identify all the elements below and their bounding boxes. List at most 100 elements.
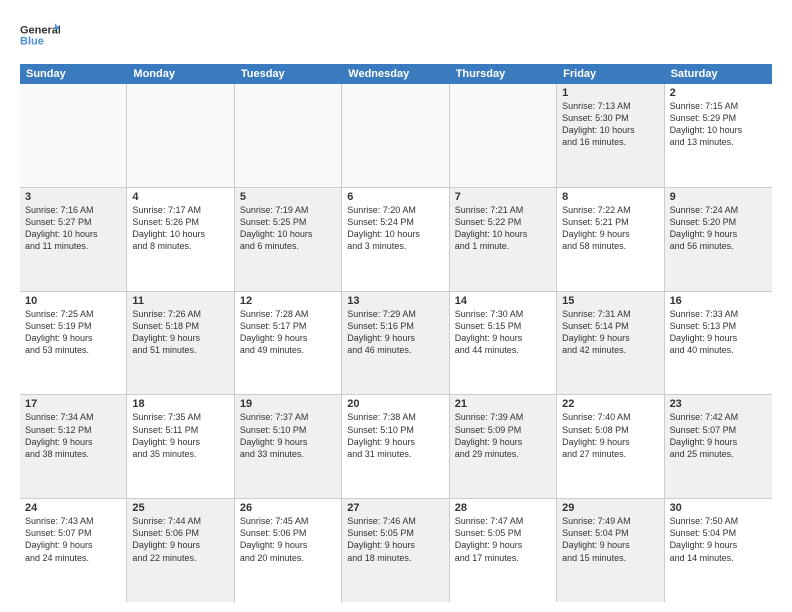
weekday-header: Tuesday	[235, 64, 342, 84]
calendar-cell: 14Sunrise: 7:30 AM Sunset: 5:15 PM Dayli…	[450, 292, 557, 395]
svg-text:General: General	[20, 24, 60, 36]
day-number: 8	[562, 191, 658, 203]
day-number: 24	[25, 502, 121, 514]
day-info: Sunrise: 7:19 AM Sunset: 5:25 PM Dayligh…	[240, 204, 336, 253]
calendar-cell	[342, 84, 449, 187]
day-info: Sunrise: 7:25 AM Sunset: 5:19 PM Dayligh…	[25, 308, 121, 357]
day-number: 26	[240, 502, 336, 514]
calendar-cell: 30Sunrise: 7:50 AM Sunset: 5:04 PM Dayli…	[665, 499, 772, 602]
day-info: Sunrise: 7:15 AM Sunset: 5:29 PM Dayligh…	[670, 100, 767, 149]
logo: General Blue	[20, 16, 60, 56]
day-info: Sunrise: 7:24 AM Sunset: 5:20 PM Dayligh…	[670, 204, 767, 253]
logo-icon: General Blue	[20, 16, 60, 56]
day-info: Sunrise: 7:13 AM Sunset: 5:30 PM Dayligh…	[562, 100, 658, 149]
day-info: Sunrise: 7:50 AM Sunset: 5:04 PM Dayligh…	[670, 515, 767, 564]
header: General Blue	[20, 16, 772, 56]
calendar-cell: 19Sunrise: 7:37 AM Sunset: 5:10 PM Dayli…	[235, 395, 342, 498]
calendar-cell: 24Sunrise: 7:43 AM Sunset: 5:07 PM Dayli…	[20, 499, 127, 602]
calendar-cell: 21Sunrise: 7:39 AM Sunset: 5:09 PM Dayli…	[450, 395, 557, 498]
calendar-cell: 29Sunrise: 7:49 AM Sunset: 5:04 PM Dayli…	[557, 499, 664, 602]
day-info: Sunrise: 7:17 AM Sunset: 5:26 PM Dayligh…	[132, 204, 228, 253]
svg-text:Blue: Blue	[20, 35, 44, 47]
calendar-cell: 18Sunrise: 7:35 AM Sunset: 5:11 PM Dayli…	[127, 395, 234, 498]
calendar-cell: 16Sunrise: 7:33 AM Sunset: 5:13 PM Dayli…	[665, 292, 772, 395]
day-number: 1	[562, 87, 658, 99]
day-number: 7	[455, 191, 551, 203]
calendar-cell: 15Sunrise: 7:31 AM Sunset: 5:14 PM Dayli…	[557, 292, 664, 395]
calendar-cell: 26Sunrise: 7:45 AM Sunset: 5:06 PM Dayli…	[235, 499, 342, 602]
day-number: 20	[347, 398, 443, 410]
calendar-cell: 11Sunrise: 7:26 AM Sunset: 5:18 PM Dayli…	[127, 292, 234, 395]
calendar-row: 1Sunrise: 7:13 AM Sunset: 5:30 PM Daylig…	[20, 84, 772, 188]
weekday-header: Thursday	[450, 64, 557, 84]
calendar-cell: 3Sunrise: 7:16 AM Sunset: 5:27 PM Daylig…	[20, 188, 127, 291]
calendar-cell: 2Sunrise: 7:15 AM Sunset: 5:29 PM Daylig…	[665, 84, 772, 187]
day-info: Sunrise: 7:16 AM Sunset: 5:27 PM Dayligh…	[25, 204, 121, 253]
day-number: 5	[240, 191, 336, 203]
day-number: 28	[455, 502, 551, 514]
calendar-cell: 27Sunrise: 7:46 AM Sunset: 5:05 PM Dayli…	[342, 499, 449, 602]
day-info: Sunrise: 7:22 AM Sunset: 5:21 PM Dayligh…	[562, 204, 658, 253]
day-number: 19	[240, 398, 336, 410]
calendar-cell: 20Sunrise: 7:38 AM Sunset: 5:10 PM Dayli…	[342, 395, 449, 498]
day-number: 14	[455, 295, 551, 307]
calendar-row: 17Sunrise: 7:34 AM Sunset: 5:12 PM Dayli…	[20, 395, 772, 499]
calendar-cell: 7Sunrise: 7:21 AM Sunset: 5:22 PM Daylig…	[450, 188, 557, 291]
day-info: Sunrise: 7:39 AM Sunset: 5:09 PM Dayligh…	[455, 411, 551, 460]
day-info: Sunrise: 7:21 AM Sunset: 5:22 PM Dayligh…	[455, 204, 551, 253]
day-info: Sunrise: 7:34 AM Sunset: 5:12 PM Dayligh…	[25, 411, 121, 460]
calendar-cell: 8Sunrise: 7:22 AM Sunset: 5:21 PM Daylig…	[557, 188, 664, 291]
day-info: Sunrise: 7:46 AM Sunset: 5:05 PM Dayligh…	[347, 515, 443, 564]
day-info: Sunrise: 7:30 AM Sunset: 5:15 PM Dayligh…	[455, 308, 551, 357]
day-number: 22	[562, 398, 658, 410]
page: General Blue SundayMondayTuesdayWednesda…	[0, 0, 792, 612]
day-info: Sunrise: 7:42 AM Sunset: 5:07 PM Dayligh…	[670, 411, 767, 460]
day-info: Sunrise: 7:28 AM Sunset: 5:17 PM Dayligh…	[240, 308, 336, 357]
day-number: 12	[240, 295, 336, 307]
day-info: Sunrise: 7:44 AM Sunset: 5:06 PM Dayligh…	[132, 515, 228, 564]
calendar-body: 1Sunrise: 7:13 AM Sunset: 5:30 PM Daylig…	[20, 84, 772, 602]
day-info: Sunrise: 7:20 AM Sunset: 5:24 PM Dayligh…	[347, 204, 443, 253]
day-number: 13	[347, 295, 443, 307]
day-info: Sunrise: 7:31 AM Sunset: 5:14 PM Dayligh…	[562, 308, 658, 357]
calendar-cell	[235, 84, 342, 187]
day-info: Sunrise: 7:26 AM Sunset: 5:18 PM Dayligh…	[132, 308, 228, 357]
calendar-cell: 4Sunrise: 7:17 AM Sunset: 5:26 PM Daylig…	[127, 188, 234, 291]
day-info: Sunrise: 7:33 AM Sunset: 5:13 PM Dayligh…	[670, 308, 767, 357]
day-number: 21	[455, 398, 551, 410]
calendar-cell: 13Sunrise: 7:29 AM Sunset: 5:16 PM Dayli…	[342, 292, 449, 395]
day-number: 9	[670, 191, 767, 203]
day-info: Sunrise: 7:37 AM Sunset: 5:10 PM Dayligh…	[240, 411, 336, 460]
calendar-cell: 5Sunrise: 7:19 AM Sunset: 5:25 PM Daylig…	[235, 188, 342, 291]
calendar-cell: 23Sunrise: 7:42 AM Sunset: 5:07 PM Dayli…	[665, 395, 772, 498]
calendar-cell: 17Sunrise: 7:34 AM Sunset: 5:12 PM Dayli…	[20, 395, 127, 498]
calendar-row: 3Sunrise: 7:16 AM Sunset: 5:27 PM Daylig…	[20, 188, 772, 292]
day-number: 30	[670, 502, 767, 514]
calendar-cell: 1Sunrise: 7:13 AM Sunset: 5:30 PM Daylig…	[557, 84, 664, 187]
day-number: 29	[562, 502, 658, 514]
calendar-row: 24Sunrise: 7:43 AM Sunset: 5:07 PM Dayli…	[20, 499, 772, 602]
day-number: 16	[670, 295, 767, 307]
day-number: 10	[25, 295, 121, 307]
day-number: 6	[347, 191, 443, 203]
day-info: Sunrise: 7:45 AM Sunset: 5:06 PM Dayligh…	[240, 515, 336, 564]
day-info: Sunrise: 7:47 AM Sunset: 5:05 PM Dayligh…	[455, 515, 551, 564]
calendar-cell: 12Sunrise: 7:28 AM Sunset: 5:17 PM Dayli…	[235, 292, 342, 395]
day-number: 15	[562, 295, 658, 307]
calendar-cell: 22Sunrise: 7:40 AM Sunset: 5:08 PM Dayli…	[557, 395, 664, 498]
day-number: 3	[25, 191, 121, 203]
day-number: 4	[132, 191, 228, 203]
day-info: Sunrise: 7:35 AM Sunset: 5:11 PM Dayligh…	[132, 411, 228, 460]
calendar-cell	[127, 84, 234, 187]
day-number: 11	[132, 295, 228, 307]
weekday-header: Sunday	[20, 64, 127, 84]
day-number: 17	[25, 398, 121, 410]
day-number: 23	[670, 398, 767, 410]
calendar-cell: 25Sunrise: 7:44 AM Sunset: 5:06 PM Dayli…	[127, 499, 234, 602]
weekday-header: Saturday	[665, 64, 772, 84]
day-info: Sunrise: 7:38 AM Sunset: 5:10 PM Dayligh…	[347, 411, 443, 460]
day-number: 18	[132, 398, 228, 410]
weekday-header: Wednesday	[342, 64, 449, 84]
calendar: SundayMondayTuesdayWednesdayThursdayFrid…	[20, 64, 772, 602]
calendar-cell	[450, 84, 557, 187]
